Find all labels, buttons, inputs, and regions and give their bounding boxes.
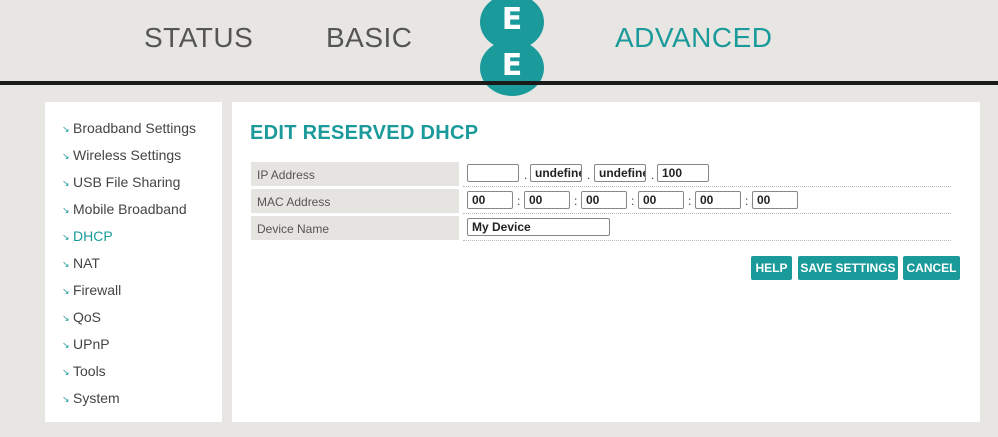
mac-part-2-input[interactable]: 00 — [524, 191, 570, 209]
logo-letter-bottom: E — [501, 48, 523, 83]
page-title: EDIT RESERVED DHCP — [250, 122, 479, 144]
arrow-icon: ↘ — [62, 259, 70, 269]
top-header: STATUS BASIC ADVANCED E E — [0, 0, 998, 96]
sidebar: ↘ Broadband Settings ↘ Wireless Settings ↘… — [45, 102, 222, 422]
row-divider — [463, 240, 951, 241]
ip-octet-4-input[interactable]: 100 — [657, 164, 709, 182]
arrow-icon: ↘ — [62, 205, 70, 215]
sidebar-item-label: Mobile Broadband — [73, 201, 187, 217]
ip-octet-1-input[interactable] — [467, 164, 519, 182]
mac-separator: : — [688, 194, 692, 208]
arrow-icon: ↘ — [62, 340, 70, 350]
sidebar-item-dhcp[interactable]: ↘ DHCP — [62, 228, 113, 244]
sidebar-item-nat[interactable]: ↘ NAT — [62, 255, 100, 271]
ip-separator: . — [651, 168, 655, 182]
arrow-icon: ↘ — [62, 367, 70, 377]
sidebar-item-label: UPnP — [73, 336, 110, 352]
sidebar-item-mobile-broadband[interactable]: ↘ Mobile Broadband — [62, 201, 187, 217]
mac-part-5-input[interactable]: 00 — [695, 191, 741, 209]
sidebar-item-upnp[interactable]: ↘ UPnP — [62, 336, 110, 352]
ip-separator: . — [587, 168, 591, 182]
cancel-button[interactable]: CANCEL — [903, 256, 960, 280]
sidebar-item-label: NAT — [73, 255, 100, 271]
sidebar-item-system[interactable]: ↘ System — [62, 390, 120, 406]
logo-letter-top: E — [501, 2, 523, 37]
ip-octet-2-input[interactable]: undefined — [530, 164, 582, 182]
sidebar-item-label: System — [73, 390, 120, 406]
sidebar-item-qos[interactable]: ↘ QoS — [62, 309, 101, 325]
mac-separator: : — [631, 194, 635, 208]
device-name-input[interactable]: My Device — [467, 218, 610, 236]
mac-part-1-input[interactable]: 00 — [467, 191, 513, 209]
tab-basic[interactable]: BASIC — [326, 22, 413, 54]
save-settings-button[interactable]: SAVE SETTINGS — [798, 256, 898, 280]
row-divider — [463, 186, 951, 187]
sidebar-item-label: Broadband Settings — [73, 120, 196, 136]
row-divider — [463, 213, 951, 214]
ip-separator: . — [524, 168, 528, 182]
main-panel: EDIT RESERVED DHCP IP Address . undefine… — [232, 102, 980, 422]
arrow-icon: ↘ — [62, 124, 70, 134]
sidebar-item-label: Tools — [73, 363, 106, 379]
tab-advanced[interactable]: ADVANCED — [615, 22, 773, 54]
sidebar-item-tools[interactable]: ↘ Tools — [62, 363, 106, 379]
arrow-icon: ↘ — [62, 151, 70, 161]
sidebar-item-usb-file-sharing[interactable]: ↘ USB File Sharing — [62, 174, 180, 190]
sidebar-item-label: Firewall — [73, 282, 122, 298]
arrow-icon: ↘ — [62, 178, 70, 188]
mac-part-4-input[interactable]: 00 — [638, 191, 684, 209]
mac-separator: : — [745, 194, 749, 208]
tab-status[interactable]: STATUS — [144, 22, 253, 54]
sidebar-item-firewall[interactable]: ↘ Firewall — [62, 282, 121, 298]
mac-address-label: MAC Address — [251, 189, 459, 213]
ip-octet-3-input[interactable]: undefined — [594, 164, 646, 182]
help-button[interactable]: HELP — [751, 256, 792, 280]
mac-separator: : — [517, 194, 521, 208]
header-divider — [0, 81, 998, 85]
arrow-icon: ↘ — [62, 232, 70, 242]
arrow-icon: ↘ — [62, 313, 70, 323]
device-name-label: Device Name — [251, 216, 459, 240]
sidebar-item-label: QoS — [73, 309, 102, 325]
mac-part-6-input[interactable]: 00 — [752, 191, 798, 209]
sidebar-item-label: USB File Sharing — [73, 174, 181, 190]
arrow-icon: ↘ — [62, 286, 70, 296]
sidebar-item-wireless-settings[interactable]: ↘ Wireless Settings — [62, 147, 181, 163]
arrow-icon: ↘ — [62, 394, 70, 404]
sidebar-item-label: Wireless Settings — [73, 147, 182, 163]
mac-part-3-input[interactable]: 00 — [581, 191, 627, 209]
mac-separator: : — [574, 194, 578, 208]
sidebar-item-label: DHCP — [73, 228, 113, 244]
sidebar-item-broadband-settings[interactable]: ↘ Broadband Settings — [62, 120, 196, 136]
ip-address-label: IP Address — [251, 162, 459, 186]
